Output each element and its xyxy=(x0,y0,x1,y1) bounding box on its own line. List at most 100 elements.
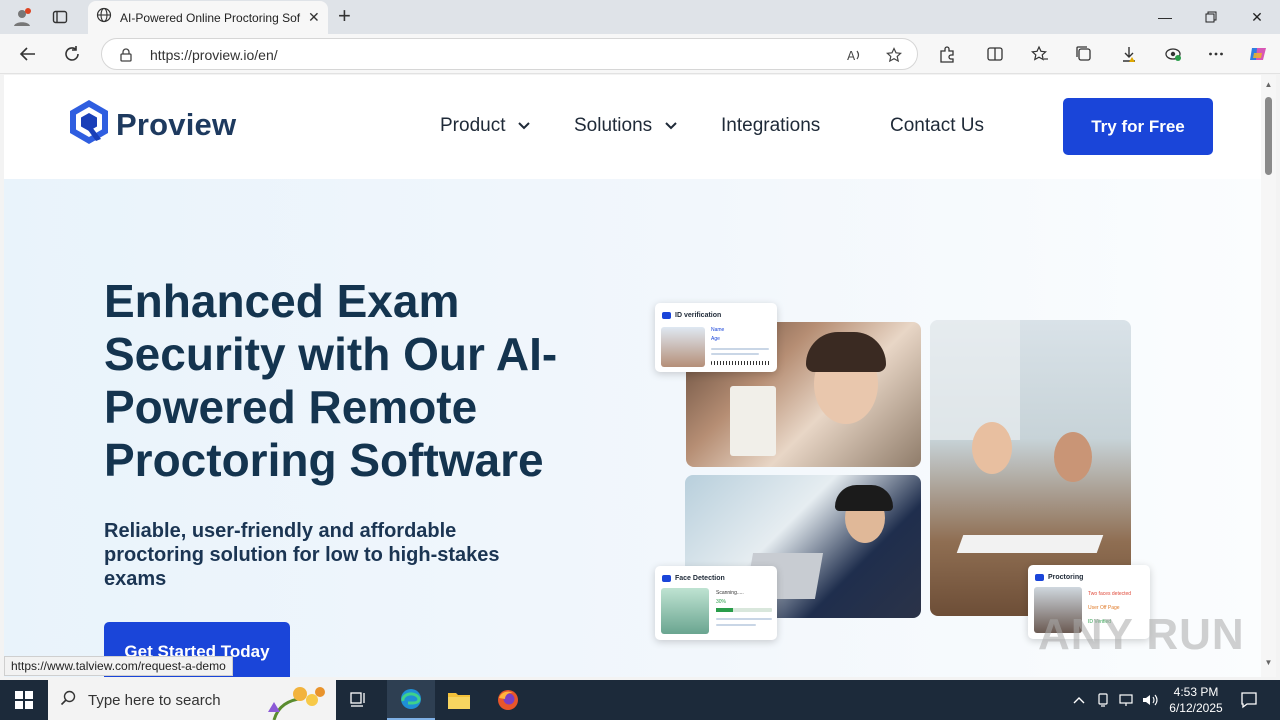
face-percent-label: 30% xyxy=(716,599,727,605)
link-status-bar: https://www.talview.com/request-a-demo xyxy=(4,656,233,676)
tray-overflow-icon[interactable] xyxy=(1071,692,1087,708)
web-page: Proview Product Solutions Integrations C… xyxy=(4,75,1261,677)
tab-title: AI-Powered Online Proctoring Sof xyxy=(120,10,301,25)
face-scan-photo xyxy=(661,588,709,634)
photo-hair xyxy=(835,485,893,511)
nav-contact-label: Contact Us xyxy=(890,115,984,136)
address-bar[interactable]: https://proview.io/en/ A xyxy=(101,38,918,70)
new-tab-icon[interactable]: + xyxy=(338,4,351,28)
id-name-label: Name xyxy=(711,327,725,333)
close-tab-icon[interactable]: ✕ xyxy=(308,9,320,26)
proview-logo[interactable]: Proview xyxy=(68,99,236,150)
nav-contact-us[interactable]: Contact Us xyxy=(890,115,984,137)
nav-integrations[interactable]: Integrations xyxy=(721,115,820,137)
eye-icon xyxy=(662,575,671,582)
url-text: https://proview.io/en/ xyxy=(150,47,278,63)
notification-icon[interactable] xyxy=(1240,691,1258,709)
browser-toolbar: https://proview.io/en/ A xyxy=(0,34,1280,74)
taskbar-search-box[interactable]: Type here to search xyxy=(48,680,336,720)
favorite-star-icon[interactable] xyxy=(885,46,903,64)
minimize-icon[interactable]: — xyxy=(1142,0,1188,34)
clock-date: 6/12/2025 xyxy=(1169,701,1223,715)
clock-time: 4:53 PM xyxy=(1173,685,1219,699)
read-aloud-icon[interactable]: A xyxy=(845,46,863,64)
logo-text: Proview xyxy=(116,106,237,142)
chevron-down-icon xyxy=(517,115,531,137)
scrollbar-thumb[interactable] xyxy=(1265,97,1272,175)
favorites-icon[interactable] xyxy=(1028,42,1052,66)
file-explorer-icon[interactable] xyxy=(435,680,483,720)
back-icon[interactable] xyxy=(16,42,40,66)
id-photo xyxy=(661,327,705,367)
id-verification-card: ID verification Name Age xyxy=(655,303,777,372)
barcode xyxy=(711,361,771,365)
card-text-line xyxy=(711,353,759,355)
firefox-icon[interactable] xyxy=(484,680,532,720)
task-view-icon[interactable] xyxy=(336,680,384,720)
laptop-image xyxy=(956,535,1104,553)
profile-icon[interactable] xyxy=(10,5,34,29)
globe-icon xyxy=(96,7,112,28)
network-icon[interactable] xyxy=(1118,692,1134,708)
anyrun-watermark: ANY RUN xyxy=(1038,610,1245,659)
downloads-icon[interactable] xyxy=(1117,42,1141,66)
nav-solutions-label: Solutions xyxy=(574,115,653,136)
edge-taskbar-icon[interactable] xyxy=(387,680,435,720)
hero-section: Enhanced Exam Security with Our AI-Power… xyxy=(4,179,1261,677)
search-placeholder: Type here to search xyxy=(88,691,221,709)
try-for-free-button[interactable]: Try for Free xyxy=(1063,98,1213,155)
scroll-down-icon[interactable]: ▼ xyxy=(1264,659,1273,667)
taskbar-clock[interactable]: 4:53 PM 6/12/2025 xyxy=(1164,684,1228,716)
start-button[interactable] xyxy=(0,680,48,720)
flowers-search-highlight-icon xyxy=(254,682,334,720)
device-icon[interactable] xyxy=(1095,692,1111,708)
refresh-icon[interactable] xyxy=(60,42,84,66)
collections-icon[interactable] xyxy=(1072,42,1096,66)
photo-face xyxy=(972,422,1012,474)
proctoring-alert-1: Two faces detected xyxy=(1088,591,1132,597)
id-age-label: Age xyxy=(711,336,720,342)
more-menu-icon[interactable] xyxy=(1204,42,1228,66)
restore-icon[interactable] xyxy=(1188,0,1234,34)
hero-title: Enhanced Exam Security with Our AI-Power… xyxy=(104,275,558,486)
face-scanning-label: Scanning..... xyxy=(716,590,744,596)
search-icon xyxy=(60,690,76,711)
face-detection-card: Face Detection Scanning..... 30% xyxy=(655,566,777,640)
volume-icon[interactable] xyxy=(1142,692,1158,708)
chevron-down-icon xyxy=(664,115,678,137)
copilot-icon[interactable] xyxy=(1246,42,1270,66)
eye-icon xyxy=(662,312,671,319)
proview-logo-icon xyxy=(68,99,110,150)
nav-product-label: Product xyxy=(440,115,506,136)
browser-tab-bar: AI-Powered Online Proctoring Sof ✕ + — ✕ xyxy=(0,0,1280,34)
svg-text:A: A xyxy=(847,49,856,63)
tab-actions-icon[interactable] xyxy=(48,5,72,29)
page-scrollbar[interactable]: ▲ ▼ xyxy=(1261,75,1276,677)
face-detection-title: Face Detection xyxy=(675,575,725,582)
card-text-line xyxy=(716,618,772,620)
card-text-line xyxy=(716,624,756,626)
photo-face xyxy=(1054,432,1092,482)
nav-product[interactable]: Product xyxy=(440,115,531,137)
extensions-icon[interactable] xyxy=(935,42,959,66)
scroll-up-icon[interactable]: ▲ xyxy=(1264,81,1273,89)
scan-progress-track xyxy=(716,608,772,612)
scan-progress-fill xyxy=(716,608,733,612)
browser-tab[interactable]: AI-Powered Online Proctoring Sof ✕ xyxy=(88,1,328,34)
hero-subtitle: Reliable, user-friendly and affordable p… xyxy=(104,520,500,590)
eye-icon xyxy=(1035,574,1044,581)
split-screen-icon[interactable] xyxy=(983,42,1007,66)
close-window-icon[interactable]: ✕ xyxy=(1234,0,1280,34)
id-verification-title: ID verification xyxy=(675,312,722,319)
site-info-icon[interactable] xyxy=(117,46,135,64)
browser-essentials-icon[interactable] xyxy=(1161,42,1185,66)
id-card-image xyxy=(730,386,776,456)
windows-taskbar: Type here to search 4:53 PM 6/12/2025 xyxy=(0,680,1280,720)
nav-integrations-label: Integrations xyxy=(721,115,821,136)
window-light xyxy=(930,320,1020,440)
nav-solutions[interactable]: Solutions xyxy=(574,115,678,137)
card-text-line xyxy=(711,348,769,350)
photo-hair xyxy=(806,332,886,372)
site-header: Proview Product Solutions Integrations C… xyxy=(4,75,1261,179)
proctoring-title: Proctoring xyxy=(1048,574,1084,581)
